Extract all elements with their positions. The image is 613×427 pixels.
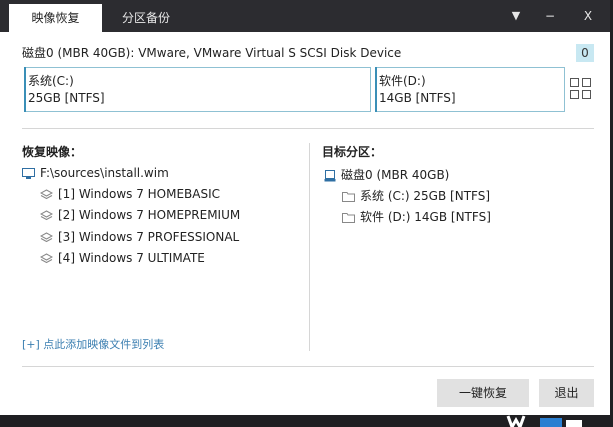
edition-item[interactable]: [4] Windows 7 ULTIMATE [40,251,205,265]
edition-label: [2] Windows 7 HOMEPREMIUM [58,208,241,222]
edition-label: [3] Windows 7 PROFESSIONAL [58,230,240,244]
logo-fragment-icon [506,415,582,427]
partition-d-box[interactable]: 软件(D:) 14GB [NTFS] [375,67,565,112]
grid-view-icon[interactable] [570,78,592,100]
layers-icon [40,188,53,199]
exit-button[interactable]: 退出 [539,379,594,407]
minimize-button[interactable]: − [538,0,562,32]
layers-icon [40,252,53,263]
layers-icon [40,209,53,220]
menu-dropdown-icon[interactable]: ▼ [504,0,528,32]
edition-item[interactable]: [1] Windows 7 HOMEBASIC [40,187,220,201]
partition-accent-bar [24,67,26,112]
target-partition-item[interactable]: 软件 (D:) 14GB [NTFS] [342,208,491,225]
target-partition-item[interactable]: 系统 (C:) 25GB [NTFS] [342,187,490,204]
partition-c-size: 25GB [NTFS] [28,91,105,105]
add-image-link[interactable]: [+] 点此添加映像文件到列表 [22,336,164,352]
target-partition-title: 目标分区： [322,145,383,159]
folder-icon [342,192,355,202]
one-click-restore-button[interactable]: 一键恢复 [437,379,529,407]
title-bar: 映像恢复 分区备份 ▼ − X [0,0,610,32]
disk-index-badge: 0 [576,44,594,62]
close-button[interactable]: X [576,0,600,32]
target-partition-label: 系统 (C:) 25GB [NTFS] [360,189,491,203]
image-file-row[interactable]: F:\sources\install.wim [22,166,169,180]
tab-partition-backup[interactable]: 分区备份 [111,4,181,32]
edition-item[interactable]: [2] Windows 7 HOMEPREMIUM [40,208,240,222]
monitor-icon [22,167,35,179]
divider [22,128,594,129]
disk-icon [324,169,336,181]
edition-label: [1] Windows 7 HOMEBASIC [58,187,221,201]
layers-icon [40,231,53,242]
partition-c-name: 系统(C:) [28,74,74,88]
partition-d-name: 软件(D:) [379,74,426,88]
vertical-divider [309,143,310,351]
target-partition-label: 软件 (D:) 14GB [NTFS] [360,210,491,224]
partition-d-size: 14GB [NTFS] [379,91,456,105]
target-disk-row[interactable]: 磁盘0 (MBR 40GB) [324,166,449,183]
tab-image-restore[interactable]: 映像恢复 [9,4,102,32]
partition-accent-bar [375,67,377,112]
partition-c-box[interactable]: 系统(C:) 25GB [NTFS] [24,67,371,112]
image-file-path: F:\sources\install.wim [40,166,169,180]
restore-window: 映像恢复 分区备份 ▼ − X 磁盘0 (MBR 40GB): VMware, … [0,0,610,415]
target-disk-label: 磁盘0 (MBR 40GB) [341,168,450,182]
disk-title: 磁盘0 (MBR 40GB): VMware, VMware Virtual S… [22,46,402,60]
folder-icon [342,213,355,223]
edition-item[interactable]: [3] Windows 7 PROFESSIONAL [40,230,239,244]
divider [22,366,594,367]
edition-label: [4] Windows 7 ULTIMATE [58,251,205,265]
restore-image-title: 恢复映像： [22,145,83,159]
